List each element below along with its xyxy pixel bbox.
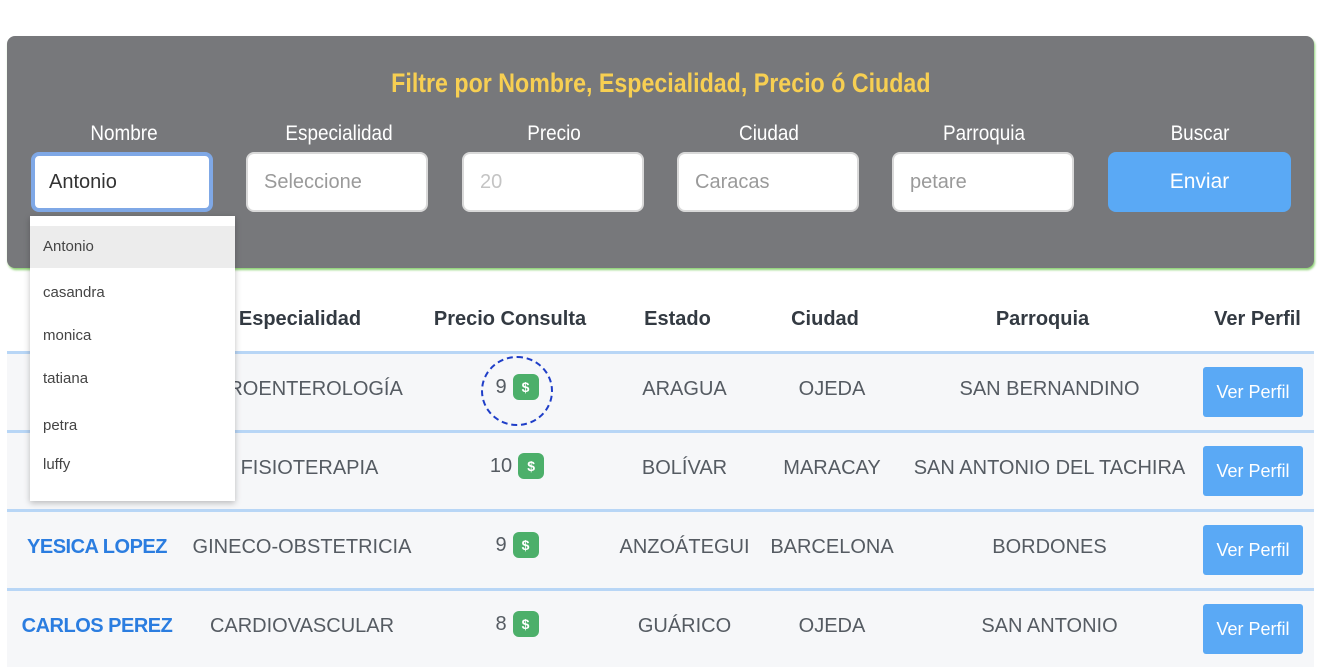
precio-cell: 8 $ [427, 611, 607, 637]
ciudad-cell: MARACAY [783, 457, 881, 479]
dollar-icon: $ [512, 611, 539, 637]
header-ver-perfil: Ver Perfil [1214, 308, 1301, 330]
header-parroquia: Parroquia [995, 308, 1090, 330]
dropdown-option[interactable]: tatiana [30, 358, 235, 400]
ver-perfil-button[interactable]: Ver Perfil [1203, 604, 1303, 654]
ver-perfil-button[interactable]: Ver Perfil [1203, 525, 1303, 575]
precio-value: 8 [495, 612, 507, 635]
precio-cell: 9 $ [427, 532, 607, 558]
parroquia-cell: SAN ANTONIO DEL TACHIRA [913, 457, 1186, 479]
dropdown-option[interactable]: casandra [30, 272, 235, 314]
enviar-button[interactable]: Enviar [1108, 152, 1291, 212]
estado-cell: ANZOÁTEGUI [619, 536, 750, 558]
filter-title: Filtre por Nombre, Especialidad, Precio … [391, 68, 931, 98]
estado-cell: BOLÍVAR [641, 457, 728, 479]
parroquia-cell: SAN BERNANDINO [959, 378, 1140, 400]
header-ciudad: Ciudad [791, 308, 859, 330]
dropdown-option[interactable]: petra [30, 405, 235, 447]
ciudad-cell: BARCELONA [770, 536, 894, 558]
dollar-icon: $ [518, 453, 545, 479]
ver-perfil-button[interactable]: Ver Perfil [1203, 367, 1303, 417]
especialidad-select[interactable]: Seleccione [246, 152, 428, 212]
page: Filtre por Nombre, Especialidad, Precio … [0, 0, 1333, 667]
ciudad-input[interactable]: Caracas [677, 152, 859, 212]
precio-value: 9 [495, 533, 507, 556]
dropdown-option[interactable]: Antonio [30, 226, 235, 268]
estado-cell: GUÁRICO [637, 615, 732, 637]
parroquia-input[interactable]: petare [892, 152, 1074, 212]
precio-cell: 10 $ [427, 453, 607, 479]
ciudad-cell: OJEDA [798, 615, 866, 637]
label-nombre: Nombre [90, 122, 158, 145]
dropdown-option[interactable]: luffy [30, 444, 235, 486]
doctor-name-link[interactable]: CARLOS PEREZ [17, 615, 177, 638]
table-row: YESICA LOPEZ GINECO-OBSTETRICIA 9 $ ANZOÁ… [7, 512, 1314, 588]
especialidad-cell: CARDIOVASCULAR [209, 615, 395, 637]
label-ciudad: Ciudad [739, 122, 799, 145]
dropdown-option[interactable]: monica [30, 315, 235, 357]
header-estado: Estado [644, 308, 711, 330]
nombre-input[interactable]: Antonio [31, 152, 213, 212]
label-parroquia: Parroquia [943, 122, 1025, 145]
estado-cell: ARAGUA [642, 378, 727, 400]
parroquia-cell: SAN ANTONIO [981, 615, 1118, 637]
label-especialidad: Especialidad [285, 122, 393, 145]
nombre-autocomplete-dropdown: Antonio casandra monica tatiana petra lu… [30, 216, 235, 501]
especialidad-cell: GINECO-OBSTETRICIA [192, 536, 412, 558]
label-precio: Precio [527, 122, 581, 145]
doctor-name-link[interactable]: YESICA LOPEZ [17, 536, 177, 559]
highlight-circle [481, 356, 553, 426]
ver-perfil-button[interactable]: Ver Perfil [1203, 446, 1303, 496]
table-row: CARLOS PEREZ CARDIOVASCULAR 8 $ GUÁRICO O… [7, 591, 1314, 667]
ciudad-cell: OJEDA [798, 378, 866, 400]
label-buscar: Buscar [1170, 122, 1230, 145]
precio-value: 10 [489, 454, 513, 477]
dollar-icon: $ [512, 532, 539, 558]
precio-input[interactable]: 20 [462, 152, 644, 212]
parroquia-cell: BORDONES [992, 536, 1107, 558]
header-precio: Precio Consulta [433, 308, 587, 330]
